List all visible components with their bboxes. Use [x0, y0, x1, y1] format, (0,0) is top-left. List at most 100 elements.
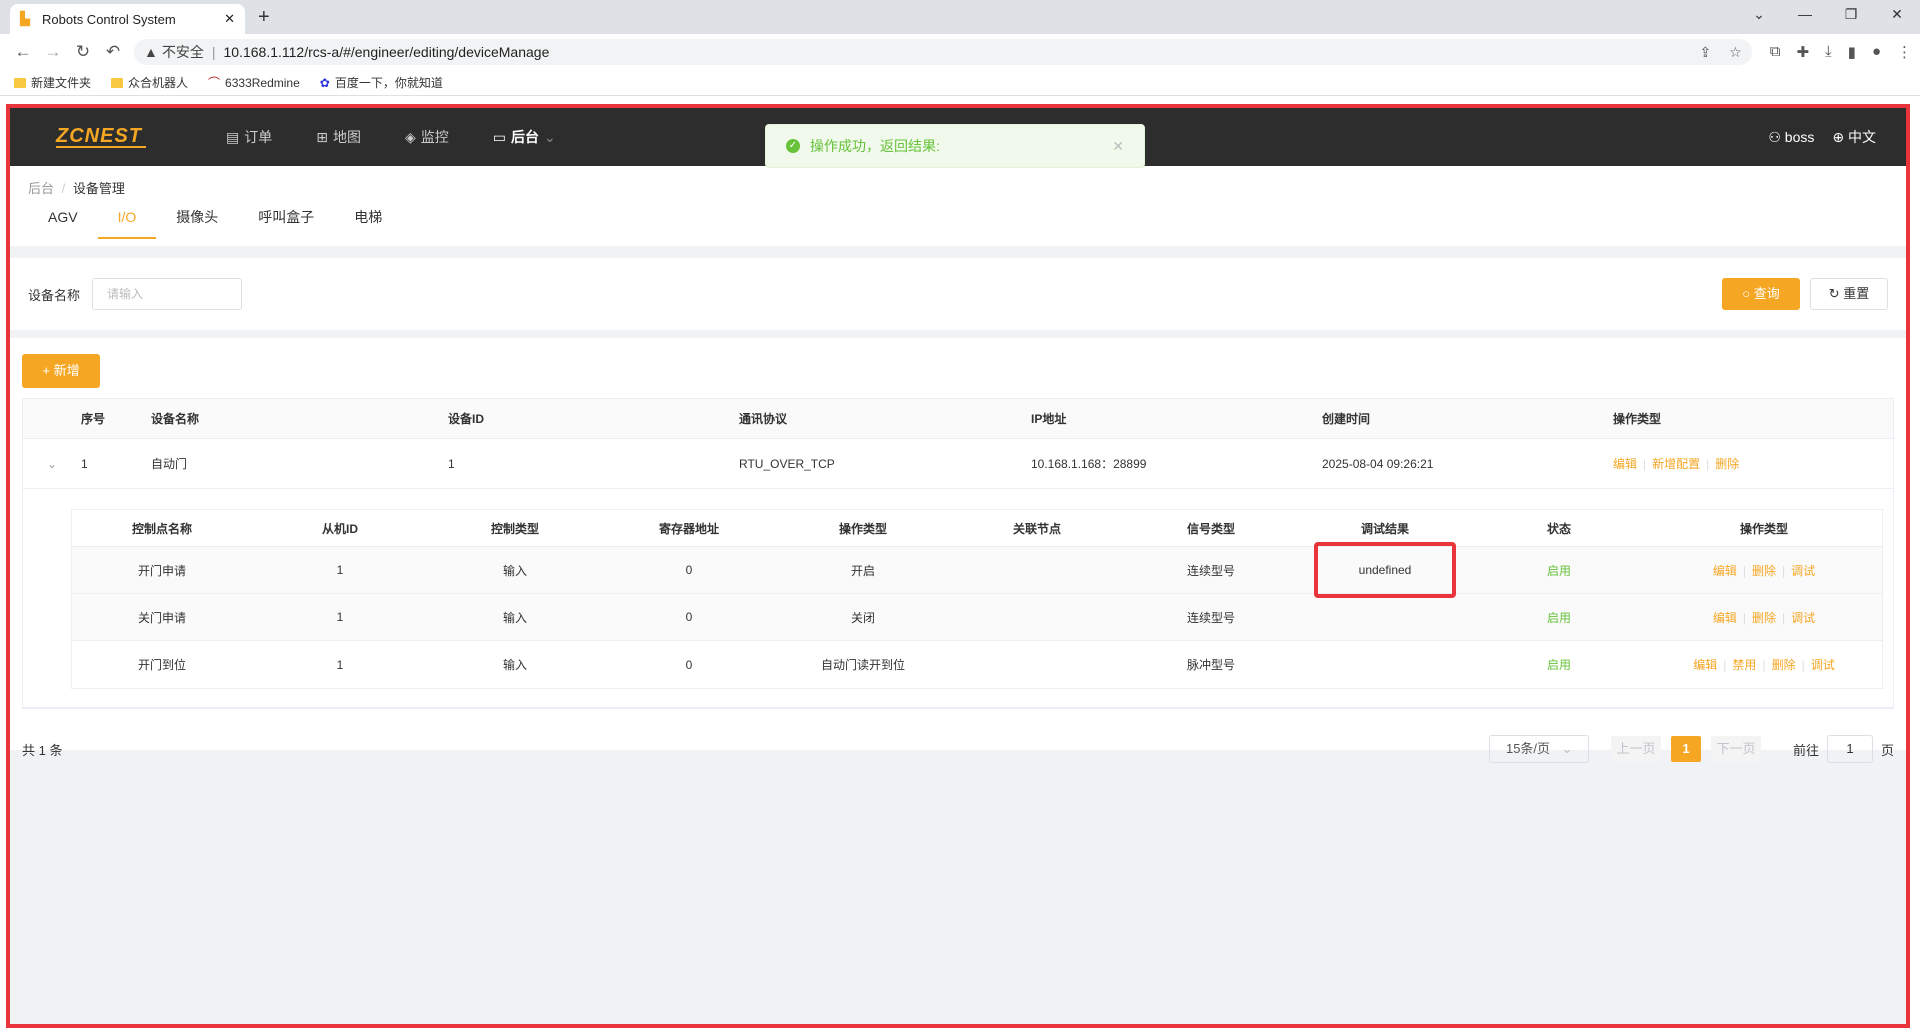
user-menu[interactable]: ⚇ boss [1768, 129, 1814, 146]
subtable-header: 控制点名称 从机ID 控制类型 寄存器地址 操作类型 关联节点 信号类型 调试结… [72, 510, 1882, 547]
document-icon: ▤ [226, 128, 240, 145]
menu-backend[interactable]: ▭ 后台 ⌄ [493, 127, 556, 147]
goto-label: 前往 [1792, 742, 1819, 758]
puzzle-icon[interactable]: ✚ [1796, 43, 1809, 61]
debug-link[interactable]: 调试 [1791, 611, 1815, 625]
delete-link[interactable]: 删除 [1772, 658, 1796, 672]
menu-monitor[interactable]: ◈ 监控 [405, 127, 449, 147]
close-icon[interactable]: ✕ [1112, 138, 1124, 155]
chevron-down-icon: ⌄ [543, 128, 556, 145]
disable-link[interactable]: 禁用 [1732, 658, 1756, 672]
baidu-icon: ✿ [319, 75, 330, 90]
close-tab-icon[interactable]: ✕ [224, 11, 235, 27]
forward-icon[interactable]: → [38, 42, 68, 62]
bookmarks-bar: 新建文件夹 众合机器人 ⌒ 6333Redmine ✿ 百度一下，你就知道 [0, 70, 1920, 96]
browser-tabstrip: ▙ Robots Control System ✕ + ⌄ — ❐ ✕ [0, 0, 1920, 34]
delete-link[interactable]: 删除 [1752, 611, 1776, 625]
crop-icon[interactable]: ⧉ [1770, 43, 1781, 61]
star-icon[interactable]: ☆ [1729, 44, 1742, 61]
url-field[interactable]: ▲ 不安全 | 10.168.1.112/rcs-a/#/engineer/ed… [134, 39, 1752, 65]
undo-icon[interactable]: ↶ [98, 42, 128, 62]
pagination: 共 1 条 15条/页 ⌄ 上一页 1 下一页 前往 1 页 [22, 735, 1894, 763]
bookmark-item[interactable]: ✿ 百度一下，你就知道 [320, 74, 443, 91]
new-tab-button[interactable]: + [258, 6, 270, 29]
device-tabs: AGV I/O 摄像头 呼叫盒子 电梯 [28, 209, 1888, 239]
edit-link[interactable]: 编辑 [1713, 564, 1737, 578]
logo: ZCNEST [56, 126, 146, 148]
control-points-table: 控制点名称 从机ID 控制类型 寄存器地址 操作类型 关联节点 信号类型 调试结… [71, 509, 1883, 689]
url-text: 10.168.1.112/rcs-a/#/engineer/editing/de… [223, 44, 550, 60]
control-points-panel: 控制点名称 从机ID 控制类型 寄存器地址 操作类型 关联节点 信号类型 调试结… [23, 489, 1893, 708]
device-name-label: 设备名称 [28, 287, 81, 303]
menu-map[interactable]: ⊞ 地图 [316, 127, 361, 147]
next-page-button[interactable]: 下一页 [1710, 736, 1761, 762]
table-row: ⌄ 1 自动门 1 RTU_OVER_TCP 10.168.1.168：2889… [23, 439, 1893, 489]
bookmark-item[interactable]: 新建文件夹 [14, 74, 91, 91]
user-icon: ⚇ [1768, 128, 1781, 145]
globe-icon: ⊕ [1832, 129, 1845, 145]
page-unit: 页 [1880, 742, 1894, 758]
expand-chevron-icon[interactable]: ⌄ [23, 457, 71, 471]
profile-icon[interactable]: ● [1872, 43, 1881, 61]
query-button[interactable]: ○ 查询 [1722, 278, 1800, 310]
edit-link[interactable]: 编辑 [1613, 457, 1637, 471]
subtable-row: 开门申请 1 输入 0 开启 连续型号 undefined 启用 编辑 | 删除 | 调… [72, 542, 1882, 598]
device-table: 序号 设备名称 设备ID 通讯协议 IP地址 创建时间 操作类型 ⌄ 1 自动门… [22, 398, 1894, 709]
prev-page-button[interactable]: 上一页 [1610, 736, 1661, 762]
reload-icon[interactable]: ↻ [68, 42, 98, 62]
add-button[interactable]: + 新增 [22, 354, 100, 388]
tab-camera[interactable]: 摄像头 [156, 209, 238, 239]
tab-agv[interactable]: AGV [28, 209, 98, 239]
subtable-row: 关门申请 1 输入 0 关闭 连续型号 启用 编辑 | 删除 | 调试 [72, 594, 1882, 641]
restore-button[interactable]: ❐ [1828, 0, 1874, 28]
share-icon[interactable]: ⇪ [1699, 44, 1711, 61]
warning-icon: ▲ [144, 44, 158, 60]
breadcrumb-current: 设备管理 [72, 181, 125, 196]
tab-callbox[interactable]: 呼叫盒子 [238, 209, 334, 239]
browser-tab[interactable]: ▙ Robots Control System ✕ [10, 4, 245, 34]
check-icon: ✓ [786, 139, 800, 153]
menu-orders[interactable]: ▤ 订单 [226, 127, 272, 147]
chevron-down-icon: ⌄ [1561, 741, 1573, 756]
total-count: 共 1 条 [22, 742, 63, 758]
debug-link[interactable]: 调试 [1791, 564, 1815, 578]
tab-io[interactable]: I/O [97, 209, 157, 239]
redmine-icon: ⌒ [208, 76, 221, 90]
map-icon: ⊞ [316, 128, 328, 145]
menu-icon[interactable]: ⋮ [1897, 43, 1912, 61]
delete-link[interactable]: 删除 [1715, 457, 1739, 471]
subtable-row: 开门到位 1 输入 0 自动门读开到位 脉冲型号 启用 编辑 | 禁用 | 删除 | 调试 [137, 657, 1835, 673]
folder-icon [111, 77, 124, 88]
breadcrumb: 后台 / 设备管理 [28, 181, 125, 196]
close-window-button[interactable]: ✕ [1874, 0, 1920, 28]
monitor-icon: ▭ [492, 128, 506, 145]
page-number[interactable]: 1 [1670, 736, 1701, 762]
debug-link[interactable]: 调试 [1811, 658, 1835, 672]
minimize-button[interactable]: — [1782, 0, 1828, 28]
breadcrumb-root[interactable]: 后台 [28, 181, 54, 196]
tab-elevator[interactable]: 电梯 [334, 209, 402, 239]
add-config-link[interactable]: 新增配置 [1652, 457, 1700, 471]
download-icon[interactable]: ⤓ [1825, 43, 1832, 61]
folder-icon [14, 77, 26, 88]
bookmark-item[interactable]: ⌒ 6333Redmine [208, 74, 300, 91]
reset-button[interactable]: ↻ 重置 [1810, 278, 1888, 310]
device-name-input[interactable]: 请输入 [92, 278, 243, 310]
success-toast: ✓ 操作成功，返回结果: ✕ [765, 124, 1145, 168]
edit-link[interactable]: 编辑 [1713, 611, 1737, 625]
page-size-select[interactable]: 15条/页 ⌄ [1488, 735, 1589, 763]
bookmark-item[interactable]: 众合机器人 [111, 74, 188, 91]
back-icon[interactable]: ← [8, 42, 38, 62]
goto-input[interactable]: 1 [1826, 735, 1873, 763]
language-switch[interactable]: ⊕ 中文 [1832, 127, 1876, 147]
robot-favicon-icon: ▙ [20, 11, 30, 26]
app-viewport: ZCNEST ▤ 订单 ⊞ 地图 ◈ 监控 ▭ 后台 ⌄ ⚇ boss ⊕ 中文 后台 /… [6, 104, 1910, 1028]
toast-message: 操作成功，返回结果: [810, 138, 940, 154]
search-icon: ○ [1742, 286, 1751, 301]
sidepanel-icon[interactable]: ▮ [1848, 43, 1856, 61]
edit-link[interactable]: 编辑 [1693, 658, 1717, 672]
delete-link[interactable]: 删除 [1752, 564, 1776, 578]
tab-search-icon[interactable]: ⌄ [1736, 0, 1782, 28]
insecure-label: 不安全 [161, 44, 204, 60]
table-header: 序号 设备名称 设备ID 通讯协议 IP地址 创建时间 操作类型 [23, 399, 1893, 439]
